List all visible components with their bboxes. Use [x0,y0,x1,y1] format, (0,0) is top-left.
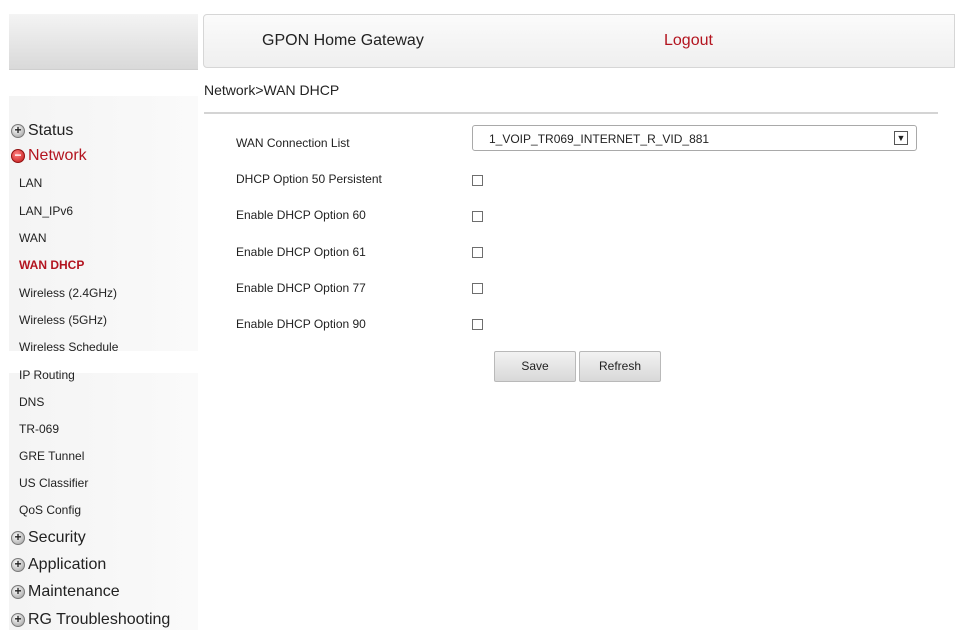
sidebar-item-tr-069[interactable]: TR-069 [19,422,59,436]
sidebar-item-lan[interactable]: LAN [19,176,42,190]
sidebar-item-lan-ipv6[interactable]: LAN_IPv6 [19,204,73,218]
option-61-label: Enable DHCP Option 61 [236,245,366,259]
option-60-label: Enable DHCP Option 60 [236,208,366,222]
expand-plus-icon: + [11,558,25,572]
sidebar-item-qos-config[interactable]: QoS Config [19,503,81,517]
option-90-checkbox[interactable] [472,319,483,330]
sidebar-item-wireless-schedule[interactable]: Wireless Schedule [19,340,118,354]
sidebar-section-label: Network [28,147,87,164]
option-60-checkbox[interactable] [472,211,483,222]
option-50-label: DHCP Option 50 Persistent [236,172,382,186]
sidebar-section-label: Status [28,122,74,139]
option-90-label: Enable DHCP Option 90 [236,317,366,331]
logout-link[interactable]: Logout [664,32,713,50]
top-header: GPON Home Gateway Logout [203,14,955,68]
sidebar-item-wan-dhcp[interactable]: WAN DHCP [19,258,84,272]
option-77-label: Enable DHCP Option 77 [236,281,366,295]
option-77-checkbox[interactable] [472,283,483,294]
wan-connection-label: WAN Connection List [236,136,350,150]
collapse-minus-icon: − [11,149,25,163]
expand-plus-icon: + [11,585,25,599]
chevron-down-icon: ▼ [894,131,908,145]
header-divider [204,112,938,114]
app-title: GPON Home Gateway [262,32,424,49]
sidebar-item-gre-tunnel[interactable]: GRE Tunnel [19,449,84,463]
expand-plus-icon: + [11,531,25,545]
sidebar-item-ip-routing[interactable]: IP Routing [19,368,75,382]
sidebar-section-label: Security [28,529,86,546]
sidebar-item-us-classifier[interactable]: US Classifier [19,476,88,490]
wan-connection-value: 1_VOIP_TR069_INTERNET_R_VID_881 [489,132,710,146]
refresh-button[interactable]: Refresh [579,351,661,382]
breadcrumb: Network>WAN DHCP [204,82,340,98]
sidebar-section-label: Application [28,556,107,573]
option-50-checkbox[interactable] [472,175,483,186]
sidebar-section-label: RG Troubleshooting [28,611,171,628]
sidebar-section-label: Maintenance [28,583,120,600]
save-button[interactable]: Save [494,351,576,382]
sidebar-item-dns[interactable]: DNS [19,395,44,409]
expand-plus-icon: + [11,613,25,627]
sidebar-item-wan[interactable]: WAN [19,231,47,245]
sidebar-header-panel [9,14,198,70]
wan-connection-select[interactable]: 1_VOIP_TR069_INTERNET_R_VID_881 ▼ [472,125,917,151]
sidebar-item-wireless-5ghz[interactable]: Wireless (5GHz) [19,313,107,327]
sidebar: + Status − Network LAN LAN_IPv6 WAN WAN … [9,96,207,630]
sidebar-item-wireless-2-4ghz[interactable]: Wireless (2.4GHz) [19,286,117,300]
expand-plus-icon: + [11,124,25,138]
option-61-checkbox[interactable] [472,247,483,258]
